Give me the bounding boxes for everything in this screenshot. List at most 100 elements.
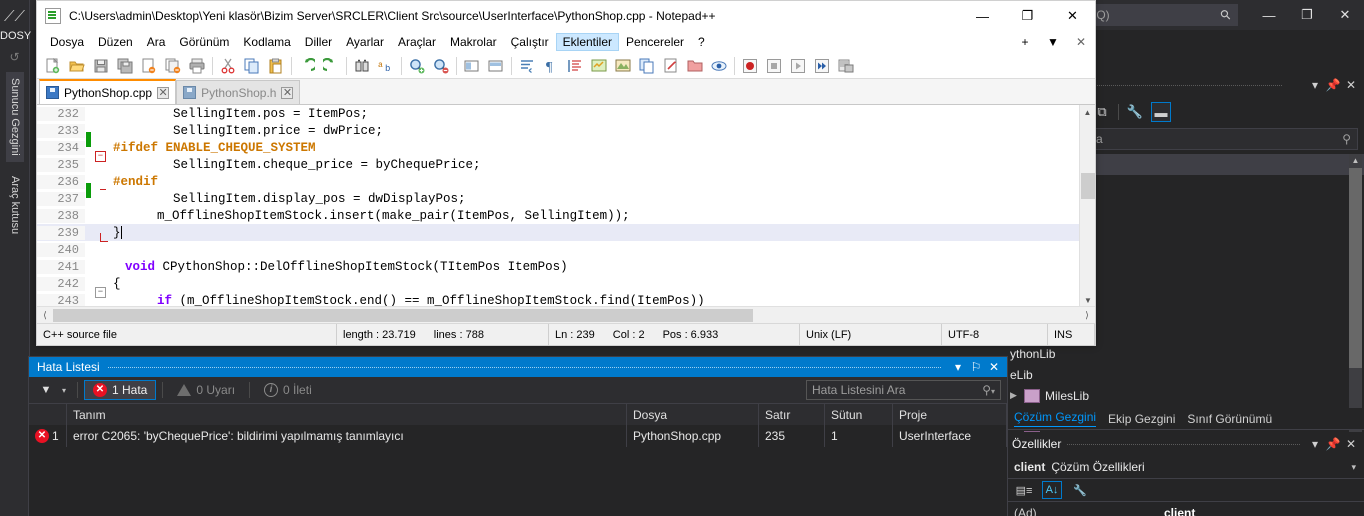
show-all-chars-icon[interactable]: ¶ (539, 55, 563, 77)
indent-guide-icon[interactable] (563, 55, 587, 77)
save-all-icon[interactable] (113, 55, 137, 77)
maximize-button[interactable]: ❐ (1005, 1, 1050, 31)
table-row[interactable]: ✕ 1 error C2065: 'byChequePrice': bildir… (29, 425, 1007, 447)
document-switcher-icon[interactable] (659, 55, 683, 77)
menu-pencereler[interactable]: Pencereler (619, 33, 691, 51)
scrollbar-thumb[interactable] (53, 308, 753, 322)
run-macro-multiple-icon[interactable] (810, 55, 834, 77)
tab-list-dropdown-button[interactable]: ▼ (1039, 31, 1067, 53)
pin-icon[interactable]: 📌 (1324, 437, 1342, 451)
property-pages-icon[interactable]: 🔧 (1070, 481, 1090, 499)
column-header-file[interactable]: Dosya (627, 404, 759, 425)
filter-messages-button[interactable]: i 0 İleti (256, 381, 320, 399)
code-line[interactable]: 238 m_OfflineShopItemStock.insert(make_p… (37, 207, 1095, 224)
replace-icon[interactable]: ab (374, 55, 398, 77)
open-file-icon[interactable] (65, 55, 89, 77)
menu-ara[interactable]: Ara (140, 33, 173, 51)
close-button[interactable]: ✕ (1050, 1, 1095, 31)
sidebar-item-server-explorer[interactable]: Sunucu Gezgini (6, 72, 24, 162)
scrollbar-thumb[interactable] (1081, 173, 1095, 199)
column-header-project[interactable]: Proje (893, 404, 1007, 425)
scroll-right-arrow-icon[interactable]: ⟩ (1079, 310, 1095, 321)
close-icon[interactable]: ✕ (985, 360, 1003, 374)
scroll-up-arrow-icon[interactable]: ▲ (1349, 154, 1362, 168)
menu-help[interactable]: ? (691, 33, 712, 51)
menu-diller[interactable]: Diller (298, 33, 339, 51)
undo-icon[interactable] (295, 55, 319, 77)
print-icon[interactable] (185, 55, 209, 77)
alphabetical-sort-icon[interactable]: A↓ (1042, 481, 1062, 499)
tree-item[interactable]: ▶ MilesLib (1006, 385, 1364, 406)
sync-vertical-icon[interactable] (484, 55, 508, 77)
sync-horizontal-icon[interactable] (460, 55, 484, 77)
chevron-down-icon[interactable]: ▾ (949, 360, 967, 374)
preview-pane-icon[interactable]: ▬ (1151, 102, 1171, 122)
new-file-icon[interactable] (41, 55, 65, 77)
panel-dropdown-button[interactable]: ▾ (1306, 78, 1324, 92)
code-line[interactable]: 235 SellingItem.cheque_price = byChequeP… (37, 156, 1095, 173)
sidebar-item-toolbox[interactable]: Araç kutusu (6, 169, 24, 240)
scroll-left-arrow-icon[interactable]: ⟨ (37, 310, 53, 321)
scroll-up-arrow-icon[interactable]: ▲ (1080, 105, 1095, 121)
function-list-icon[interactable] (635, 55, 659, 77)
document-map-icon[interactable] (611, 55, 635, 77)
filter-errors-button[interactable]: ✕ 1 Hata (84, 380, 157, 400)
column-header-line[interactable]: Satır (759, 404, 825, 425)
menu-makrolar[interactable]: Makrolar (443, 33, 504, 51)
save-icon[interactable] (89, 55, 113, 77)
code-lines-container[interactable]: 232 SellingItem.pos = ItemPos; 233 Selli… (37, 105, 1095, 309)
code-line[interactable]: 240 (37, 241, 1095, 258)
tree-item[interactable]: eLib (1006, 364, 1364, 385)
close-icon[interactable]: ✕ (1342, 437, 1360, 451)
tab-class-view[interactable]: Sınıf Görünümü (1187, 412, 1272, 426)
zoom-in-icon[interactable] (405, 55, 429, 77)
find-icon[interactable] (350, 55, 374, 77)
code-line[interactable]: 232 SellingItem.pos = ItemPos; (37, 105, 1095, 122)
properties-grid-row[interactable]: (Ad) client (1006, 502, 1364, 516)
properties-object-selector[interactable]: client Çözüm Özellikleri ▾ (1006, 456, 1364, 478)
folder-workspace-icon[interactable] (683, 55, 707, 77)
menu-duzen[interactable]: Düzen (91, 33, 140, 51)
chevron-down-icon[interactable]: ▾ (57, 386, 71, 395)
menu-eklentiler[interactable]: Eklentiler (555, 33, 620, 51)
close-document-button[interactable]: ✕ (1067, 31, 1095, 53)
pin-icon[interactable]: ⚐ (967, 360, 985, 374)
code-line[interactable]: 234 − #ifdef ENABLE_CHEQUE_SYSTEM (37, 139, 1095, 162)
copy-icon[interactable] (240, 55, 264, 77)
chevron-down-icon[interactable]: ▾ (991, 387, 995, 396)
error-list-search-input[interactable]: Hata Listesini Ara ⚲▾ (806, 380, 1001, 400)
menu-kodlama[interactable]: Kodlama (236, 33, 297, 51)
tab-pythonshop-cpp[interactable]: PythonShop.cpp ✕ (39, 79, 177, 104)
paste-icon[interactable] (264, 55, 288, 77)
close-icon[interactable]: ✕ (157, 86, 170, 99)
close-icon[interactable]: ✕ (281, 86, 294, 99)
word-wrap-icon[interactable] (515, 55, 539, 77)
column-header-description[interactable]: Tanım (67, 404, 627, 425)
tab-solution-explorer[interactable]: Çözüm Gezgini (1014, 410, 1097, 427)
close-file-icon[interactable] (137, 55, 161, 77)
save-macro-icon[interactable] (834, 55, 858, 77)
filter-icon[interactable]: ▼ (35, 384, 57, 396)
cut-icon[interactable] (216, 55, 240, 77)
scrollbar-thumb[interactable] (1349, 168, 1362, 368)
close-icon[interactable]: ✕ (1342, 78, 1360, 92)
file-menu-label[interactable]: DOSY (0, 30, 31, 42)
zoom-out-icon[interactable] (429, 55, 453, 77)
tab-team-explorer[interactable]: Ekip Gezgini (1108, 412, 1175, 426)
record-macro-icon[interactable] (738, 55, 762, 77)
chevron-down-icon[interactable]: ▾ (1351, 462, 1356, 473)
menu-ayarlar[interactable]: Ayarlar (339, 33, 391, 51)
close-all-icon[interactable] (161, 55, 185, 77)
code-line[interactable]: 241 voidvoid CPythonShop::DelOfflineShop… (37, 258, 1095, 275)
pin-icon[interactable]: 📌 (1324, 78, 1342, 92)
redo-icon[interactable] (319, 55, 343, 77)
menu-calistir[interactable]: Çalıştır (504, 33, 556, 51)
solution-explorer-scrollbar[interactable]: ▲ ▼ (1349, 154, 1362, 448)
vs-restore-button[interactable]: ❐ (1288, 0, 1326, 30)
column-header-icon[interactable] (29, 404, 67, 425)
tree-item[interactable]: ythonLib (1006, 343, 1364, 364)
play-macro-icon[interactable] (786, 55, 810, 77)
user-defined-language-icon[interactable] (587, 55, 611, 77)
chevron-right-icon[interactable]: ▶ (1010, 390, 1024, 401)
menu-araclar[interactable]: Araçlar (391, 33, 443, 51)
